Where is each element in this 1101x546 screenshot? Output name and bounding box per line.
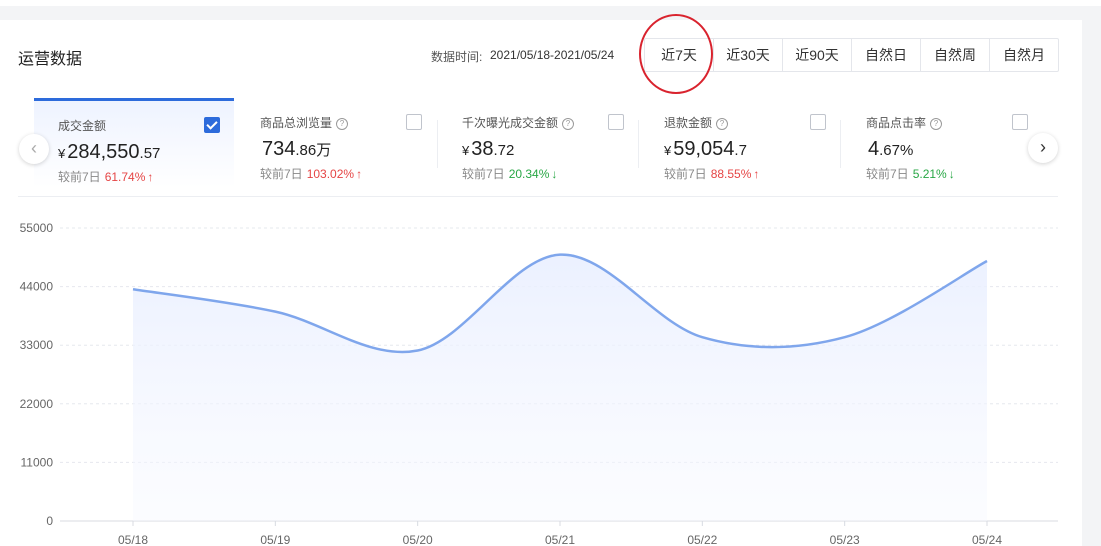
tab-last-30-days[interactable]: 近30天 <box>713 39 782 71</box>
metric-compare: 较前7日 103.02% ↑ <box>260 167 363 181</box>
metric-checkbox[interactable] <box>1012 114 1028 130</box>
metric-card-ctr[interactable]: 商品点击率? 4.67% 较前7日 5.21% ↓ <box>842 98 1042 194</box>
tab-natural-day[interactable]: 自然日 <box>851 39 920 71</box>
metric-checkbox[interactable] <box>406 114 422 130</box>
arrow-up-icon: ↑ <box>753 167 760 181</box>
metric-checkbox[interactable] <box>608 114 624 130</box>
y-tick-label: 44000 <box>20 280 54 294</box>
x-tick-label: 05/21 <box>545 533 575 546</box>
help-icon[interactable]: ? <box>716 118 729 130</box>
tab-last-7-days[interactable]: 近7天 <box>645 39 713 71</box>
data-point[interactable] <box>272 309 278 315</box>
data-point[interactable] <box>557 252 563 258</box>
y-tick-label: 11000 <box>21 455 54 469</box>
date-range-value: 2021/05/18-2021/05/24 <box>490 48 615 62</box>
metric-compare: 较前7日 61.74% ↑ <box>58 170 154 184</box>
metric-name: 成交金额 <box>58 119 107 133</box>
y-tick-label: 0 <box>46 514 53 528</box>
metric-name: 退款金额? <box>664 114 729 131</box>
x-tick-label: 05/19 <box>260 533 290 546</box>
metric-value: 734.86万 <box>262 138 332 160</box>
x-tick-label: 05/18 <box>118 533 148 546</box>
arrow-up-icon: ↑ <box>147 170 154 184</box>
tab-last-90-days[interactable]: 近90天 <box>782 39 851 71</box>
metric-value: ¥59,054.7 <box>664 138 747 160</box>
help-icon[interactable]: ? <box>562 118 575 130</box>
top-strip <box>0 0 1101 6</box>
metric-checkbox[interactable] <box>204 117 220 133</box>
metric-compare: 较前7日 5.21% ↓ <box>866 167 955 181</box>
metric-compare: 较前7日 20.34% ↓ <box>462 167 558 181</box>
x-tick-label: 05/20 <box>403 533 433 546</box>
page-title: 运营数据 <box>18 51 83 68</box>
data-point[interactable] <box>130 286 136 292</box>
help-icon[interactable]: ? <box>930 118 943 130</box>
metric-card-refund[interactable]: 退款金额? ¥59,054.7 较前7日 88.55% ↑ <box>640 98 840 194</box>
metric-name: 商品点击率? <box>866 114 943 131</box>
gmv-trend-chart: 0 11000 22000 33000 44000 55000 05/18 05/19 05/2… <box>20 221 1058 546</box>
y-tick-label: 55000 <box>20 221 54 235</box>
metric-value: ¥38.72 <box>462 138 515 160</box>
arrow-up-icon: ↑ <box>356 167 363 181</box>
metric-name: 千次曝光成交金额? <box>462 114 575 131</box>
metric-value: ¥284,550.57 <box>58 141 161 163</box>
metric-cards: 成交金额 ¥284,550.57 较前7日 61.74% ↑ 商品总浏览量? 734… <box>0 98 1082 197</box>
metric-checkbox[interactable] <box>810 114 826 130</box>
series-area <box>133 254 987 521</box>
x-tick-label: 05/24 <box>972 533 1002 546</box>
chevron-right-icon[interactable]: › <box>1028 133 1058 163</box>
metric-card-gmv[interactable]: 成交金额 ¥284,550.57 较前7日 61.74% ↑ <box>34 98 234 197</box>
metric-name: 商品总浏览量? <box>260 114 349 131</box>
data-point[interactable] <box>984 258 990 264</box>
data-point[interactable] <box>415 348 421 354</box>
arrow-down-icon: ↓ <box>551 167 558 181</box>
metric-value: 4.67% <box>868 138 914 160</box>
tab-natural-week[interactable]: 自然周 <box>920 39 989 71</box>
metric-card-gmv-per-mille[interactable]: 千次曝光成交金额? ¥38.72 较前7日 20.34% ↓ <box>438 98 638 194</box>
chevron-left-icon[interactable]: ‹ <box>19 134 49 164</box>
time-range-tabs: 近7天 近30天 近90天 自然日 自然周 自然月 <box>644 38 1059 72</box>
x-tick-label: 05/23 <box>830 533 860 546</box>
help-icon[interactable]: ? <box>336 118 349 130</box>
tab-natural-month[interactable]: 自然月 <box>989 39 1058 71</box>
y-tick-label: 33000 <box>20 338 54 352</box>
metric-compare: 较前7日 88.55% ↑ <box>664 167 760 181</box>
y-tick-label: 22000 <box>20 397 54 411</box>
date-range-label: 数据时间: <box>431 50 483 64</box>
section-divider <box>18 196 1058 197</box>
data-point[interactable] <box>842 334 848 340</box>
arrow-down-icon: ↓ <box>948 167 955 181</box>
x-tick-label: 05/22 <box>687 533 717 546</box>
data-point[interactable] <box>699 334 705 340</box>
metric-card-page-views[interactable]: 商品总浏览量? 734.86万 较前7日 103.02% ↑ <box>236 98 436 194</box>
card-divider <box>840 120 841 168</box>
card-divider <box>638 120 639 168</box>
